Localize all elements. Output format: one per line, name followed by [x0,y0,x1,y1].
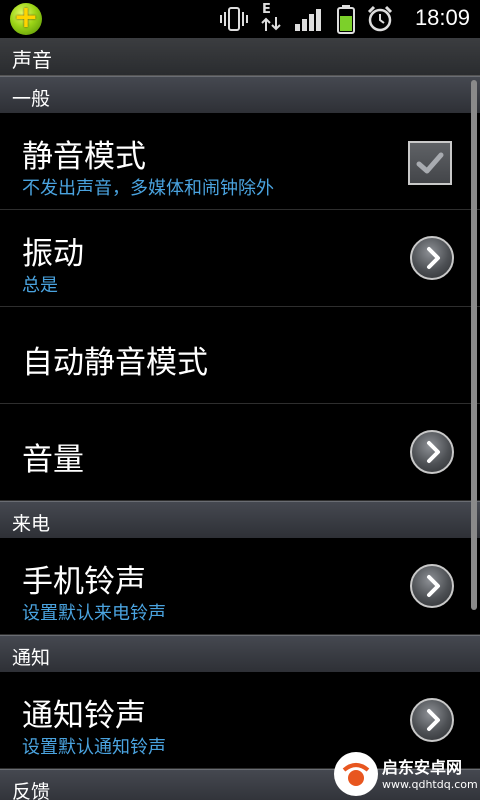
watermark-logo-icon [334,752,378,796]
chevron-right-icon[interactable] [410,698,454,742]
signal-icon [295,9,321,31]
data-transfer-icon: E [258,2,284,34]
section-header-incoming: 来电 [0,501,480,538]
setting-title: 自动静音模式 [22,345,208,381]
section-label: 通知 [12,647,51,669]
checkmark-icon [416,152,444,174]
setting-auto-silent[interactable]: 自动静音模式 [0,307,480,404]
alarm-icon [367,5,393,32]
setting-subtitle: 总是 [22,275,58,296]
setting-silent-mode[interactable]: 静音模式 不发出声音，多媒体和闹钟除外 [0,113,480,210]
screen-title-bar: 声音 [0,38,480,76]
section-label: 一般 [12,88,51,110]
setting-title: 静音模式 [22,139,146,175]
section-header-general: 一般 [0,76,480,113]
setting-subtitle: 设置默认来电铃声 [22,603,166,624]
setting-phone-ringtone[interactable]: 手机铃声 设置默认来电铃声 [0,538,480,635]
watermark-url: www.qdhtdq.com [382,778,478,791]
section-label: 来电 [12,513,51,535]
network-type-label: E [262,2,271,17]
setting-title: 通知铃声 [22,698,146,734]
setting-vibrate[interactable]: 振动 总是 [0,210,480,307]
watermark-title: 启东安卓网 [382,758,463,777]
section-label: 反馈 [12,781,51,800]
screen: + E 18:09 声音 一般 静音模式 不发出声音，多媒体和闹钟除外 振动 总… [0,0,480,800]
settings-list: 一般 静音模式 不发出声音，多媒体和闹钟除外 振动 总是 自动静音模式 音量 来… [0,76,480,800]
status-bar: + E 18:09 [0,0,480,38]
battery-icon [337,5,355,34]
setting-title: 音量 [22,442,84,478]
chevron-right-icon[interactable] [410,430,454,474]
silent-mode-checkbox[interactable] [408,141,452,185]
chevron-right-icon[interactable] [410,236,454,280]
page-title: 声音 [12,48,52,72]
setting-volume[interactable]: 音量 [0,404,480,501]
scrollbar[interactable] [471,80,477,610]
setting-subtitle: 设置默认通知铃声 [22,737,166,758]
setting-title: 振动 [22,236,84,272]
chevron-right-icon[interactable] [410,564,454,608]
setting-title: 手机铃声 [22,564,146,600]
app-icon: + [10,3,42,35]
clock: 18:09 [414,5,470,30]
section-header-notification: 通知 [0,635,480,672]
watermark: 启东安卓网 www.qdhtdq.com [330,750,480,800]
setting-subtitle: 不发出声音，多媒体和闹钟除外 [22,178,274,199]
vibrate-icon [220,7,248,31]
